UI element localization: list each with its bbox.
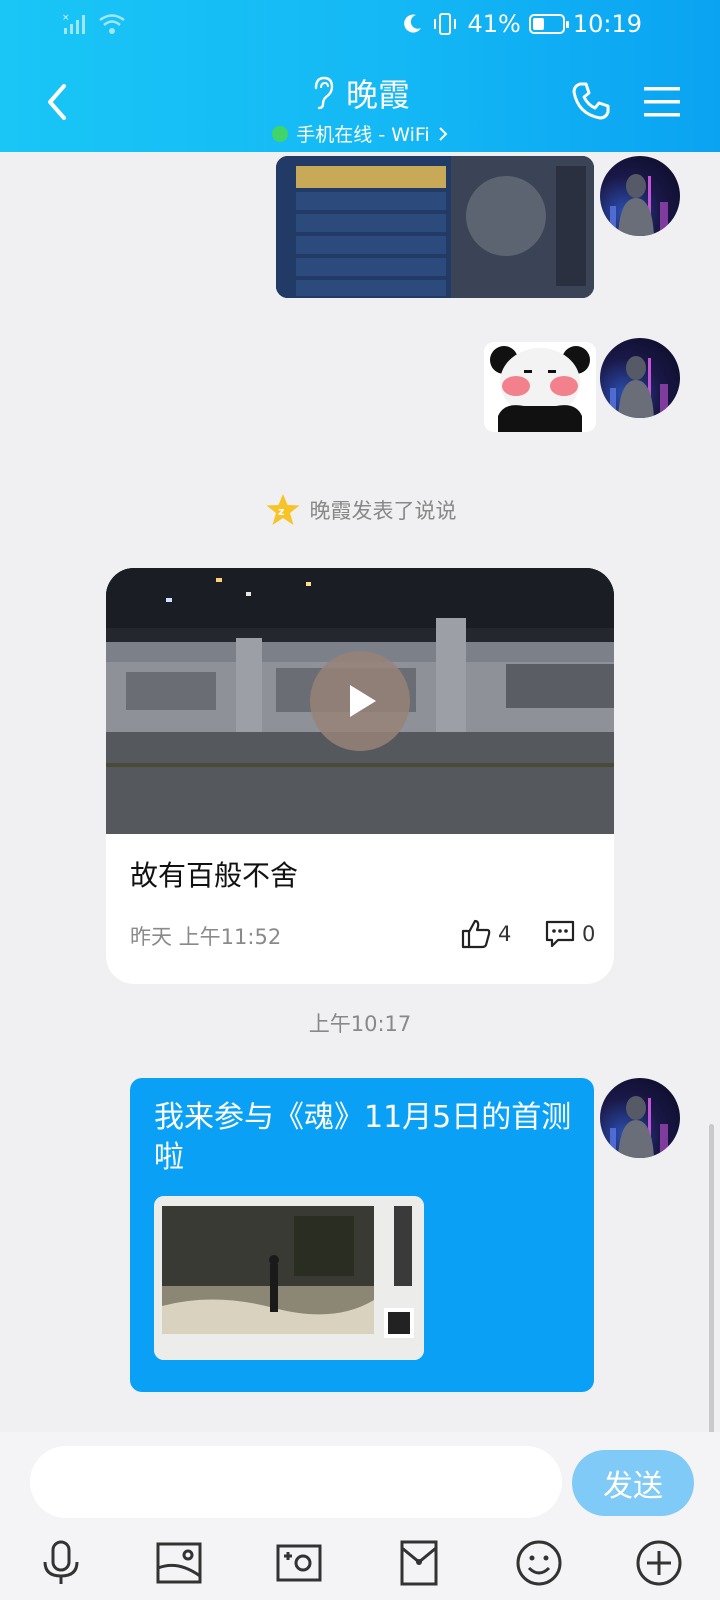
red-packet-icon[interactable] [394,1538,444,1588]
avatar-art [610,1096,668,1158]
scrollbar[interactable] [709,1124,714,1436]
moon-icon [404,14,422,33]
game-screenshot-art [276,156,594,298]
ear-icon [314,76,334,110]
input-bar: 发送 [0,1432,720,1600]
signal-icon: × [62,13,85,34]
plus-icon[interactable] [634,1538,684,1588]
avatar-art [610,174,668,236]
system-notice: z 晚霞发表了说说 [0,492,720,528]
play-icon [350,685,376,717]
avatar[interactable] [600,338,680,418]
comment-button[interactable]: 0 [544,918,595,950]
system-notice-text: 晚霞发表了说说 [309,499,457,523]
thumbs-up-icon [461,919,491,949]
message-timestamp: 上午10:17 [308,1012,412,1036]
post-time: 昨天 上午11:52 [130,925,282,949]
message-input[interactable] [30,1446,562,1518]
microphone-icon[interactable] [36,1538,86,1588]
avatar[interactable] [600,156,680,236]
shared-post-card[interactable]: 故有百般不舍 昨天 上午11:52 4 0 [106,568,614,984]
avatar[interactable] [600,1078,680,1158]
online-status-text: 手机在线 - WiFi [296,124,430,146]
input-toolbar [0,1530,720,1598]
status-right: 41% 10:19 [401,10,642,38]
online-dot [272,125,289,142]
wifi-icon [99,14,125,34]
chevron-right-icon [438,126,448,141]
vibrate-icon [434,13,457,35]
play-button[interactable] [310,651,410,751]
game-poster-image[interactable] [154,1196,424,1360]
battery-icon [528,14,569,34]
emoji-icon[interactable] [514,1538,564,1588]
online-status[interactable]: 手机在线 - WiFi [0,120,720,147]
message-bubble[interactable]: 我来参与《魂》11月5日的首测啦 [130,1078,594,1392]
send-button[interactable]: 发送 [572,1450,694,1516]
status-bar: × 41% 10:19 [0,0,720,54]
like-count: 4 [498,922,512,946]
avatar-art [610,356,668,418]
chat-title: 晚霞 [345,76,410,114]
clock: 10:19 [572,10,642,38]
status-left: × [62,12,126,36]
post-caption: 故有百般不舍 [130,859,299,892]
game-screenshot-image[interactable] [276,156,594,298]
comment-icon [545,920,575,948]
battery-percent: 41% [467,10,521,38]
qzone-star-icon: z [266,494,299,525]
svg-text:×: × [62,13,70,23]
post-video-thumbnail[interactable] [106,568,614,834]
menu-icon[interactable] [642,84,682,120]
like-button[interactable]: 4 [460,918,511,950]
panda-sticker[interactable] [484,342,596,432]
battery-fill [532,18,545,30]
panda-sticker-art [490,346,590,432]
title-row: 晚霞 [0,70,720,116]
comment-count: 0 [582,922,596,946]
phone-icon[interactable] [570,80,612,122]
image-icon[interactable] [154,1538,204,1588]
title-area[interactable]: 晚霞 手机在线 - WiFi [0,70,720,147]
camera-icon[interactable] [274,1538,324,1588]
svg-text:z: z [278,505,284,518]
message-text: 我来参与《魂》11月5日的首测啦 [154,1100,572,1175]
chat-header: × 41% 10:19 晚霞 手机在线 - WiFi [0,0,720,152]
game-poster-art [154,1196,424,1360]
